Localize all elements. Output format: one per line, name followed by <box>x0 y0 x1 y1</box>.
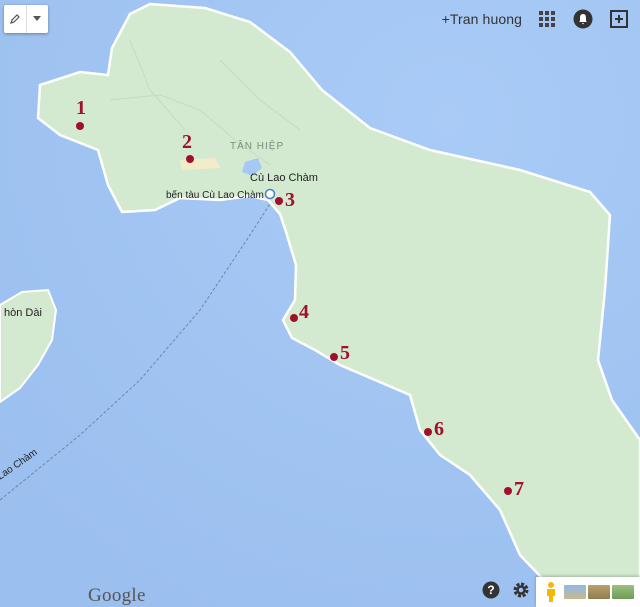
marker-label-6: 6 <box>434 418 444 440</box>
marker-label-2: 2 <box>182 131 192 153</box>
map-canvas[interactable]: TÂN HIỆP Cù Lao Chàm bến tàu Cù Lao Chàm… <box>0 0 640 607</box>
marker-label-4: 4 <box>299 301 309 323</box>
terrain-thumbnail[interactable] <box>564 585 586 599</box>
imagery-panel[interactable] <box>536 577 640 607</box>
google-logo: Google <box>88 585 146 606</box>
user-link[interactable]: +Tran huong <box>442 11 522 27</box>
pier-label: bến tàu Cù Lao Chàm <box>166 189 264 201</box>
marker-label-3: 3 <box>285 189 295 211</box>
pegman-icon[interactable] <box>540 581 562 603</box>
map-controls: ? <box>480 579 532 601</box>
bell-icon[interactable] <box>572 8 594 30</box>
caret-down-icon[interactable] <box>27 5 49 33</box>
marker-label-5: 5 <box>340 342 350 364</box>
pier-icon[interactable] <box>264 188 276 200</box>
gear-icon[interactable] <box>510 579 532 601</box>
header-bar: +Tran huong <box>442 8 630 30</box>
marker-label-7: 7 <box>514 478 524 500</box>
beach <box>180 158 220 170</box>
svg-text:?: ? <box>487 583 494 597</box>
satellite-thumbnail[interactable] <box>588 585 610 599</box>
grid-icon[interactable] <box>536 8 558 30</box>
west-island-label: hòn Dài <box>4 307 42 319</box>
question-circle-icon[interactable]: ? <box>480 579 502 601</box>
pencil-icon[interactable] <box>4 5 27 33</box>
draw-tool[interactable] <box>4 5 48 33</box>
plus-box-icon[interactable] <box>608 8 630 30</box>
earth-thumbnail[interactable] <box>612 585 634 599</box>
district-label: TÂN HIỆP <box>230 139 284 152</box>
marker-label-1: 1 <box>76 97 86 119</box>
island-label: Cù Lao Chàm <box>250 172 318 184</box>
